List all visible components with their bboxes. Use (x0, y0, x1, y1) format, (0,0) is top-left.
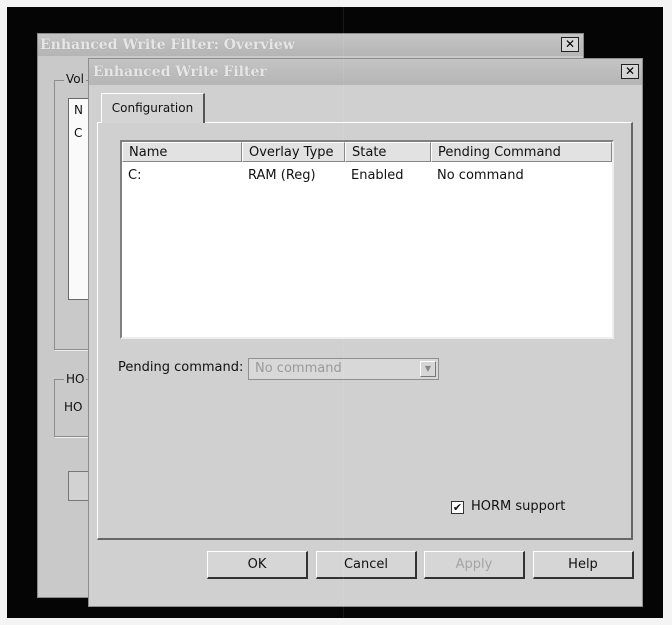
overview-close-icon[interactable]: ✕ (561, 37, 579, 52)
chevron-down-icon[interactable]: ▼ (420, 361, 436, 377)
cell-pending-command: No command (437, 168, 524, 183)
column-name[interactable]: Name (122, 142, 242, 162)
volume-list-header: Name Overlay Type State Pending Command (122, 142, 612, 162)
ewf-window-title: Enhanced Write Filter (89, 59, 642, 85)
cancel-button[interactable]: Cancel (316, 551, 417, 579)
overview-title: Enhanced Write Filter: Overview (38, 34, 583, 56)
overview-list-item[interactable]: C (74, 126, 82, 140)
table-row[interactable]: C: RAM (Reg) Enabled No command (122, 166, 612, 186)
horm-group-text: HO (64, 400, 83, 414)
horm-support-checkbox[interactable]: ✔ (451, 501, 464, 514)
apply-button[interactable]: Apply (424, 551, 525, 579)
ok-button[interactable]: OK (207, 551, 308, 579)
photo-crease (343, 0, 344, 625)
column-pending-command[interactable]: Pending Command (431, 142, 612, 162)
help-button[interactable]: Help (533, 551, 634, 579)
overview-list-header: N (74, 103, 83, 117)
column-state[interactable]: State (345, 142, 431, 162)
pending-command-label: Pending command: (118, 360, 244, 375)
ewf-config-window: Enhanced Write Filter ✕ Configuration Na… (88, 58, 643, 607)
horm-support-label[interactable]: HORM support (471, 499, 565, 514)
volume-list[interactable]: Name Overlay Type State Pending Command … (120, 140, 614, 339)
tab-configuration[interactable]: Configuration (101, 93, 205, 123)
cell-overlay-type: RAM (Reg) (248, 168, 316, 183)
column-overlay-type[interactable]: Overlay Type (242, 142, 345, 162)
cell-name: C: (128, 168, 142, 183)
horm-group-label: HO (64, 372, 87, 386)
ewf-close-icon[interactable]: ✕ (621, 64, 639, 79)
pending-command-value: No command (255, 361, 342, 376)
cell-state: Enabled (351, 168, 404, 183)
volumes-group-label: Vol (64, 72, 86, 86)
